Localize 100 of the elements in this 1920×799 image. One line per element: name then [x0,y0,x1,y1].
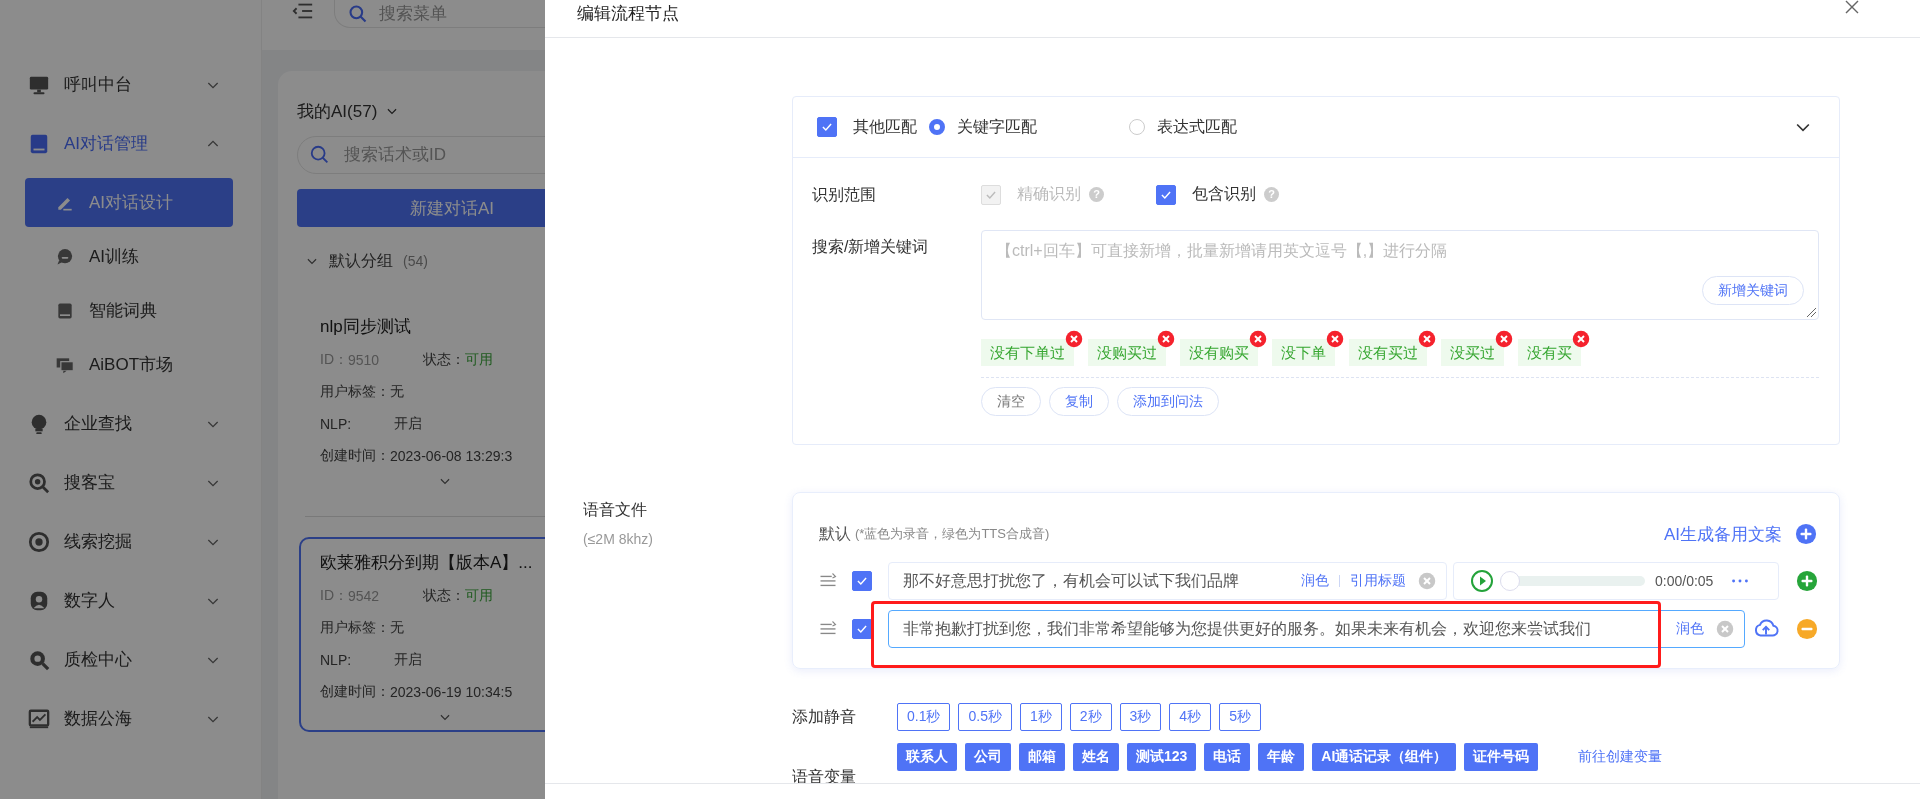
id-value: 9510 [348,352,381,368]
id-label: ID： [320,351,348,369]
silence-button[interactable]: 0.1秒 [897,703,951,731]
sidebar-item[interactable]: 企业查找 [0,394,261,453]
audio-slider[interactable] [1500,571,1645,591]
variable-button[interactable]: 证件号码 [1464,743,1539,771]
keyword-tag: 没买过 [1441,339,1504,366]
silence-button[interactable]: 5秒 [1219,703,1261,731]
sidebar-item[interactable]: 数字人 [0,571,261,630]
input-text: 非常抱歉打扰到您，我们非常希望能够为您提供更好的服务。如果未来有机会，欢迎您来尝试我们 [903,618,1591,639]
book-icon [28,132,50,155]
sidebar-item[interactable]: 智能词典 [25,286,233,335]
status-label: 状态： [423,587,465,605]
nlp-value: 开启 [394,651,422,669]
sidebar-item[interactable]: AiBOT市场 [25,340,233,389]
delete-icon[interactable] [1157,330,1175,348]
silence-button[interactable]: 2秒 [1069,703,1112,731]
nlp-value: 开启 [394,415,422,433]
checkbox[interactable] [817,117,837,137]
created-value: 2023-06-19 10:34:5 [390,684,513,700]
checkbox[interactable] [852,571,872,591]
delete-icon[interactable] [1418,330,1436,348]
silence-button[interactable]: 3秒 [1119,703,1162,731]
search-icon [28,648,50,671]
variable-button[interactable]: 年龄 [1258,743,1305,771]
add-keyword-button[interactable]: 新增关键词 [1702,276,1804,305]
sidebar-item[interactable]: 质检中心 [0,630,261,689]
radio-button[interactable]: 关键字匹配 [929,116,1037,138]
field-label: 添加静音 [792,707,857,727]
variable-button[interactable]: AI通话记录（组件） [1312,743,1457,771]
target-icon [28,530,50,553]
created-value: 2023-06-08 13:29:3 [390,448,513,464]
delete-icon[interactable] [1572,330,1590,348]
variable-button[interactable]: 邮箱 [1019,743,1065,771]
create-variable-link[interactable]: 前往创建变量 [1578,748,1663,766]
generate-link[interactable]: AI生成备用文案 [1663,522,1782,546]
polish-link[interactable]: 引用标题 [1350,572,1406,590]
sidebar-item[interactable]: 搜客宝 [0,453,261,512]
variable-button[interactable]: 联系人 [897,743,957,771]
keyword-tag: 没有买 [1518,339,1581,366]
text-input[interactable]: 那不好意思打扰您了，有机会可以试下我们品牌 润色 引用标题 [888,562,1447,600]
radio-button[interactable]: 表达式匹配 [1129,116,1237,138]
silence-button[interactable]: 4秒 [1169,703,1212,731]
search-icon [28,471,50,494]
created-label: 创建时间： [320,447,390,465]
checkbox[interactable] [1156,184,1176,205]
field-label: 识别范围 [812,185,877,205]
card-title: nlp同步测试 [320,316,412,338]
silence-button[interactable]: 0.5秒 [958,703,1012,731]
polish-link[interactable]: 润色 [1676,620,1704,638]
tag-label: 用户标签： [320,383,390,401]
delete-icon[interactable] [1326,330,1344,348]
dropdown-toggle[interactable]: 我的AI(57) [297,99,400,123]
add-icon[interactable] [1795,523,1817,545]
keyword-tag: 没下单 [1272,339,1335,366]
keyword-input[interactable]: 【ctrl+回车】可直接新增，批量新增请用英文逗号【,】进行分隔 新增关键词 [981,230,1819,320]
sidebar-item[interactable]: AI训练 [25,232,233,281]
card-title: 欧莱雅积分到期【版本A】... [320,552,534,574]
close-icon[interactable] [1844,0,1860,15]
field-label: 语音变量 [792,767,857,787]
checkbox[interactable] [852,619,872,639]
action-button[interactable]: 清空 [981,387,1041,416]
tag-label: 用户标签： [320,619,390,637]
slider-thumb[interactable] [1500,571,1520,591]
keyword-tag: 没购买过 [1088,339,1166,366]
sidebar-item[interactable]: 数据公海 [0,689,261,748]
sidebar-item[interactable]: AI对话管理 [0,114,261,173]
keyword-tag: 没有下单过 [981,339,1074,366]
delete-icon[interactable] [1495,330,1513,348]
sidebar-item[interactable]: 呼叫中台 [0,55,261,114]
action-button[interactable]: 添加到问法 [1117,387,1219,416]
resize-handle-icon[interactable] [1805,306,1817,318]
delete-icon[interactable] [1065,330,1083,348]
option-label: 精确识别 [1017,184,1081,204]
tag-value: 无 [390,619,404,637]
variable-button[interactable]: 姓名 [1073,743,1119,771]
text-input[interactable]: 非常抱歉打扰到您，我们非常希望能够为您提供更好的服务。如果未来有机会，欢迎您来尝试我们 润色 [888,610,1745,648]
status-label: 状态： [423,351,465,369]
silence-button[interactable]: 1秒 [1019,703,1062,731]
variable-button[interactable]: 测试123 [1127,743,1197,771]
created-label: 创建时间： [320,683,390,701]
keyword-tag: 没有购买 [1180,339,1258,366]
play-button[interactable] [1470,569,1494,593]
variable-button[interactable]: 公司 [965,743,1011,771]
group-header[interactable]: 默认分组 (54) [297,249,428,273]
section-label: 语音文件 [583,500,648,520]
variable-button[interactable]: 电话 [1204,743,1251,771]
person-icon [28,589,50,612]
polish-link[interactable]: 润色 [1301,572,1329,590]
sidebar-item[interactable]: 线索挖掘 [0,512,261,571]
remove-icon[interactable] [1796,618,1818,640]
action-button[interactable]: 复制 [1049,387,1109,416]
sidebar-item[interactable]: AI对话设计 [25,178,233,227]
delete-icon[interactable] [1249,330,1267,348]
chat-bubble-icon [55,246,75,267]
time-text: 0:00/0:05 [1655,573,1714,589]
status-value: 可用 [465,351,493,369]
option-label: 包含识别 [1192,184,1256,204]
add-icon[interactable] [1796,570,1818,592]
hint-text: (*蓝色为录音，绿色为TTS合成音) [855,525,1050,543]
